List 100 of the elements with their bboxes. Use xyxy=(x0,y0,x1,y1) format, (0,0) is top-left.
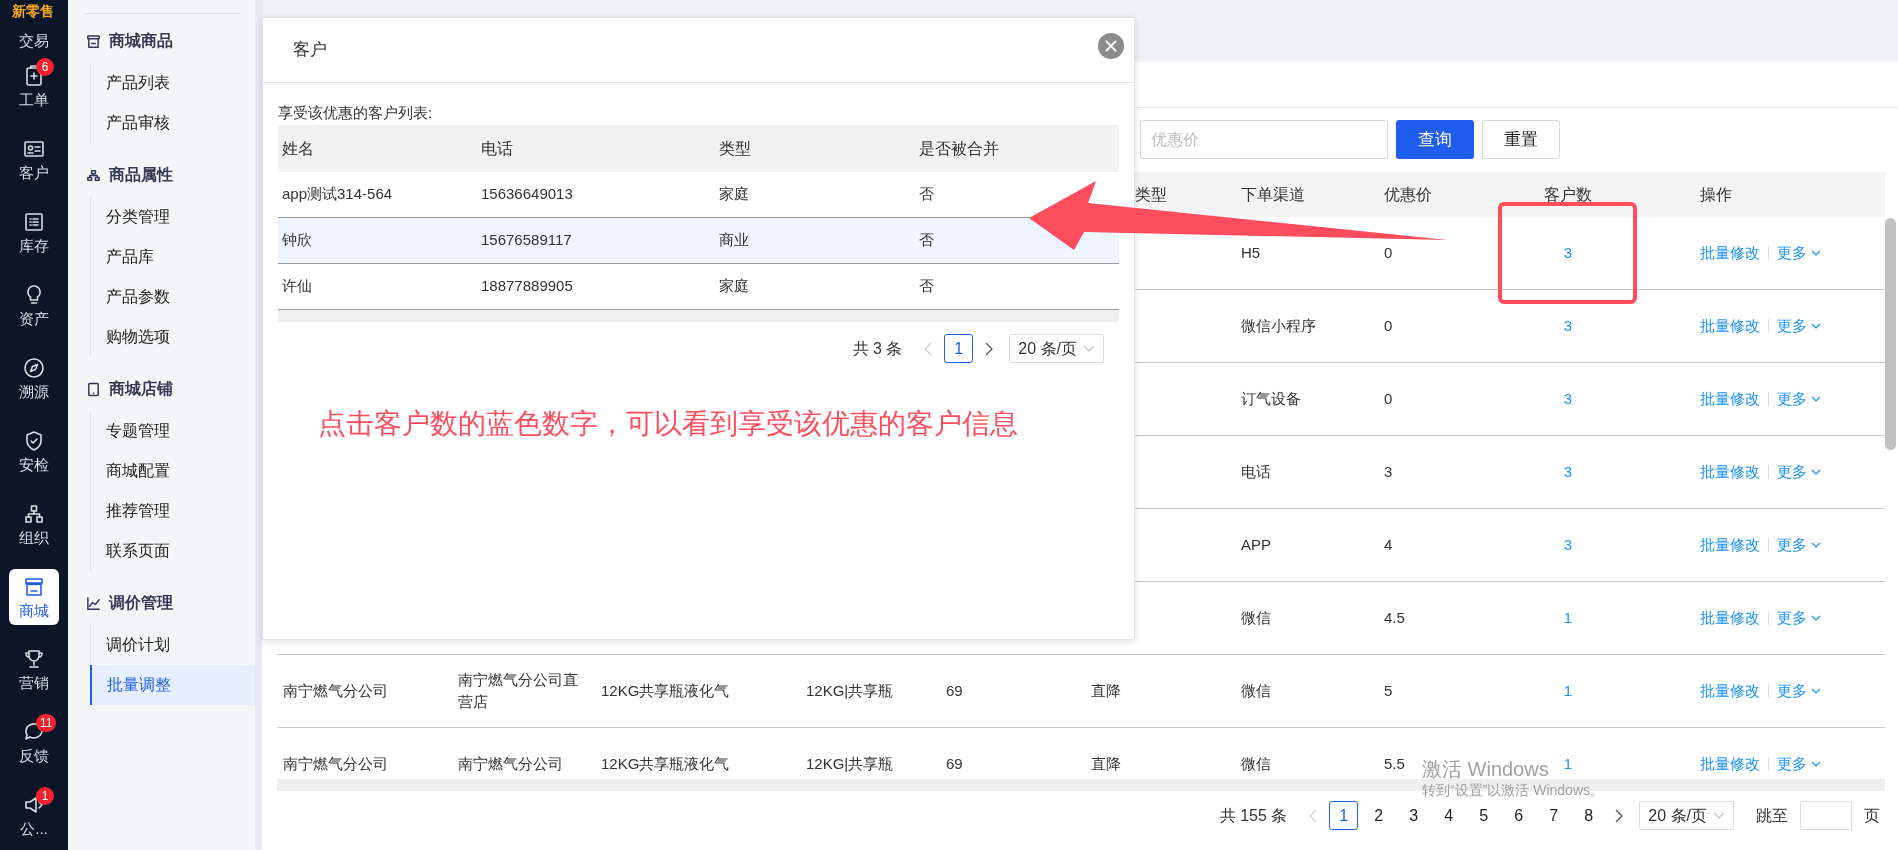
table-cell-text: 南宁燃气分公司 xyxy=(283,680,388,701)
table-cell-text: 0 xyxy=(1384,388,1393,409)
table-cell-text: 12KG共享瓶液化气 xyxy=(601,753,730,774)
dialog-title: 客户 xyxy=(293,39,327,62)
jump-label: 跳至 xyxy=(1756,805,1788,826)
page-button[interactable]: 5 xyxy=(1469,801,1499,830)
next-page-icon[interactable] xyxy=(985,341,994,356)
table-cell: 商业 xyxy=(719,231,749,249)
submenu-item[interactable]: 产品审核 xyxy=(91,103,241,143)
chevron-down-icon xyxy=(1811,469,1821,475)
column-header: 类型 xyxy=(719,139,751,157)
previous-page-icon[interactable] xyxy=(1309,808,1318,823)
chevron-down-icon xyxy=(1811,688,1821,694)
table-cell-text: 微信 xyxy=(1241,607,1271,628)
page-size-select[interactable]: 20 条/页 xyxy=(1639,801,1734,830)
total-count: 共 155 条 xyxy=(1219,805,1288,826)
close-icon[interactable] xyxy=(1098,33,1124,59)
table-cell-text: 直降 xyxy=(1091,753,1121,774)
submenu-heading: 商城店铺 xyxy=(109,379,173,399)
table-cell: 钟欣 xyxy=(282,231,312,249)
chevron-down-icon xyxy=(1811,323,1821,329)
page-number-field[interactable] xyxy=(1800,801,1852,830)
rail-item[interactable]: 工单 6 xyxy=(9,50,59,123)
rail-item[interactable]: 组织 xyxy=(9,488,59,561)
tablet-icon xyxy=(86,381,101,397)
table-cell-text: 5 xyxy=(1384,680,1393,701)
rail-item[interactable]: 资产 xyxy=(9,269,59,342)
rail-item[interactable]: 公... 1 xyxy=(9,779,59,850)
table-cell: 15636649013 xyxy=(481,185,573,203)
table-cell-text: 5.5 xyxy=(1384,753,1405,774)
rail-item[interactable]: 安检 xyxy=(9,415,59,488)
chevron-down-icon xyxy=(1811,396,1821,402)
table-cell-text: 12KG|共享瓶 xyxy=(806,680,894,701)
compass-icon xyxy=(22,356,46,380)
table-cell: 否 xyxy=(919,185,934,203)
chevron-down-icon xyxy=(1811,615,1821,621)
column-header: 类型 xyxy=(1135,185,1167,203)
column-header: 电话 xyxy=(481,139,513,157)
rail-item[interactable]: 营销 xyxy=(9,633,59,706)
submenu-item[interactable]: 推荐管理 xyxy=(91,491,241,531)
submenu-item[interactable]: 产品参数 xyxy=(91,277,241,317)
table-cell-text: 69 xyxy=(946,680,963,701)
submenu-item[interactable]: 购物选项 xyxy=(91,317,241,357)
table-cell-text: 微信 xyxy=(1241,680,1271,701)
page-button[interactable]: 4 xyxy=(1434,801,1464,830)
page-button[interactable]: 2 xyxy=(1364,801,1394,830)
vertical-scrollbar[interactable] xyxy=(1885,218,1896,450)
page-button[interactable]: 7 xyxy=(1539,801,1569,830)
submenu-item[interactable]: 联系页面 xyxy=(91,531,241,571)
table-cell-text: 4 xyxy=(1384,534,1393,555)
table-cell-text: 4.5 xyxy=(1384,607,1405,628)
table-row[interactable]: 钟欣 15676589117 商业 否 xyxy=(278,218,1119,264)
rail-item[interactable]: 客户 xyxy=(9,123,59,196)
table-cell: 家庭 xyxy=(719,277,749,295)
rail-item[interactable]: 商城 xyxy=(9,569,59,625)
logo-text: 新零售 xyxy=(12,2,54,20)
page-button[interactable]: 1 xyxy=(1329,801,1359,830)
submenu-item[interactable]: 调价计划 xyxy=(91,625,241,665)
next-page-icon[interactable] xyxy=(1615,808,1624,823)
horizontal-scrollbar[interactable] xyxy=(278,310,1119,322)
submenu-item[interactable]: 商城配置 xyxy=(91,451,241,491)
rail-item[interactable]: 交易 xyxy=(9,22,59,50)
hierarchy-icon xyxy=(22,502,46,526)
search-button[interactable]: 查询 xyxy=(1396,120,1474,159)
table-cell-text: 12KG|共享瓶 xyxy=(806,753,894,774)
rail-item[interactable]: 反馈 11 xyxy=(9,706,59,779)
table-cell-text: H5 xyxy=(1241,242,1261,263)
page-button[interactable]: 8 xyxy=(1574,801,1604,830)
submenu-item[interactable]: 专题管理 xyxy=(91,411,241,451)
chevron-down-icon xyxy=(1811,250,1821,256)
chevron-down-icon xyxy=(1713,812,1725,819)
list-caption: 享受该优惠的客户列表: xyxy=(278,103,433,123)
chevron-down-icon xyxy=(1811,542,1821,548)
submenu-item[interactable]: 分类管理 xyxy=(91,197,241,237)
line-chart-icon xyxy=(86,595,101,611)
reset-button[interactable]: 重置 xyxy=(1482,120,1560,159)
submenu-heading: 商城商品 xyxy=(109,31,173,51)
page-button[interactable]: 1 xyxy=(944,334,974,363)
page-button[interactable]: 6 xyxy=(1504,801,1534,830)
rail-item[interactable]: 溯源 xyxy=(9,342,59,415)
page-size-select[interactable]: 20 条/页 xyxy=(1009,334,1104,363)
table-cell: 许仙 xyxy=(282,277,312,295)
page-suffix: 页 xyxy=(1864,805,1880,826)
table-cell: 15676589117 xyxy=(481,231,572,249)
sidebar-scrollbar[interactable] xyxy=(255,0,262,850)
submenu-item[interactable]: 产品库 xyxy=(91,237,241,277)
table-cell-text: 微信小程序 xyxy=(1241,315,1316,336)
input-field[interactable]: 优惠价 xyxy=(1140,120,1388,159)
table-cell-text: 微信 xyxy=(1241,753,1271,774)
count-badge: 1 xyxy=(36,787,54,805)
submenu-item[interactable]: 产品列表 xyxy=(91,63,241,103)
table-cell-text: 订气设备 xyxy=(1241,388,1301,409)
table-cell-text: 南宁燃气分公司直营店 xyxy=(458,669,579,712)
column-header: 下单渠道 xyxy=(1241,185,1305,203)
previous-page-icon[interactable] xyxy=(924,341,933,356)
annotation-text: 点击客户数的蓝色数字，可以看到享受该优惠的客户信息 xyxy=(318,407,1018,441)
page-button[interactable]: 3 xyxy=(1399,801,1429,830)
rail-item[interactable]: 库存 xyxy=(9,196,59,269)
total-count: 共 3 条 xyxy=(852,338,903,359)
submenu-item[interactable]: 批量调整 xyxy=(90,665,255,705)
